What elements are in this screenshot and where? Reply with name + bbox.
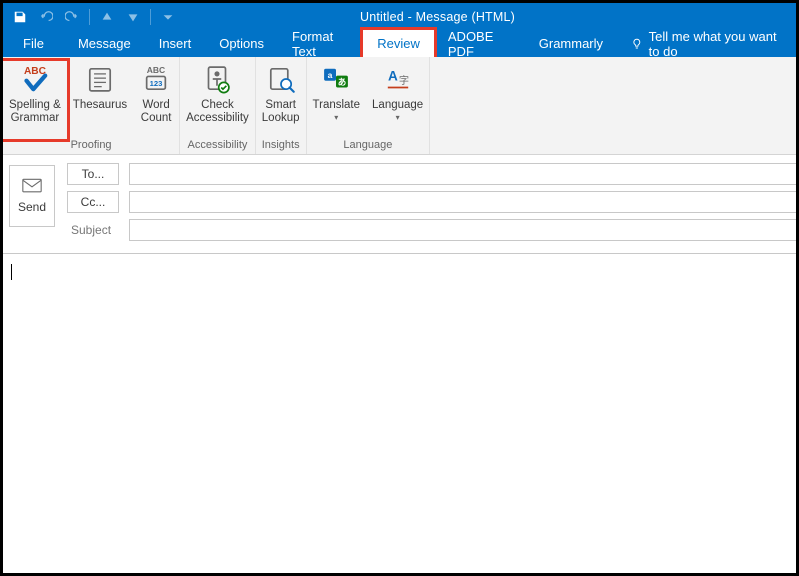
subject-label: Subject	[67, 223, 119, 237]
svg-text:ABC: ABC	[147, 65, 165, 75]
qat-separator	[89, 9, 90, 25]
ribbon-review: ABC Spelling & Grammar	[3, 57, 796, 155]
smart-lookup-button[interactable]: Smart Lookup	[256, 61, 306, 139]
lightbulb-icon	[631, 37, 643, 51]
tab-review[interactable]: Review	[363, 30, 434, 57]
next-item-icon[interactable]	[122, 6, 144, 28]
customize-qat-icon[interactable]	[157, 6, 179, 28]
check-accessibility-button[interactable]: Check Accessibility	[180, 61, 255, 139]
svg-text:123: 123	[150, 79, 163, 88]
compose-header: Send To... Cc... Subject	[3, 155, 796, 251]
save-icon[interactable]	[9, 6, 31, 28]
ribbon-group-insights: Smart Lookup Insights	[256, 57, 307, 154]
tell-me-label: Tell me what you want to do	[649, 29, 782, 59]
prev-item-icon[interactable]	[96, 6, 118, 28]
undo-icon[interactable]	[35, 6, 57, 28]
svg-text:あ: あ	[338, 77, 347, 87]
chevron-down-icon: ▾	[334, 114, 338, 123]
qat-separator	[150, 9, 151, 25]
group-label-proofing: Proofing	[71, 139, 112, 153]
window-title: Untitled - Message (HTML)	[179, 10, 696, 24]
tab-options[interactable]: Options	[205, 30, 278, 57]
subject-field[interactable]	[129, 219, 796, 241]
language-icon: A 字	[381, 61, 415, 97]
ribbon-tabs: File Message Insert Options Format Text …	[3, 30, 796, 57]
group-label-insights: Insights	[262, 139, 300, 153]
thesaurus-button[interactable]: Thesaurus	[67, 61, 133, 139]
message-body[interactable]	[3, 253, 796, 573]
language-button[interactable]: A 字 Language ▾	[366, 61, 429, 139]
accessibility-icon	[200, 61, 234, 97]
ribbon-group-accessibility: Check Accessibility Accessibility	[180, 57, 256, 154]
spelling-grammar-button[interactable]: ABC Spelling & Grammar	[3, 61, 67, 139]
tab-insert[interactable]: Insert	[145, 30, 206, 57]
svg-text:A: A	[388, 69, 398, 84]
cc-field[interactable]	[129, 191, 796, 213]
title-bar: Untitled - Message (HTML)	[3, 3, 796, 30]
tab-grammarly[interactable]: Grammarly	[525, 30, 617, 57]
redo-icon[interactable]	[61, 6, 83, 28]
send-mail-icon	[22, 178, 42, 194]
text-cursor	[11, 264, 12, 280]
svg-text:字: 字	[398, 74, 408, 87]
send-button[interactable]: Send	[9, 165, 55, 227]
svg-text:a: a	[328, 70, 333, 80]
outlook-message-window: Untitled - Message (HTML) File Message I…	[0, 0, 799, 576]
word-count-button[interactable]: ABC 123 Word Count	[133, 61, 179, 139]
cc-button[interactable]: Cc...	[67, 191, 119, 213]
ribbon-group-proofing: ABC Spelling & Grammar	[3, 57, 180, 154]
tab-format-text[interactable]: Format Text	[278, 30, 363, 57]
spelling-icon: ABC	[18, 61, 52, 97]
tab-file[interactable]: File	[3, 30, 64, 57]
group-label-accessibility: Accessibility	[188, 139, 248, 153]
thesaurus-icon	[83, 61, 117, 97]
tab-adobe-pdf[interactable]: ADOBE PDF	[434, 30, 525, 57]
to-button[interactable]: To...	[67, 163, 119, 185]
word-count-icon: ABC 123	[139, 61, 173, 97]
ribbon-group-language: a あ Translate ▾ A 字	[307, 57, 431, 154]
chevron-down-icon: ▾	[396, 114, 400, 123]
quick-access-toolbar	[3, 6, 179, 28]
translate-icon: a あ	[319, 61, 353, 97]
tab-message[interactable]: Message	[64, 30, 145, 57]
tell-me-search[interactable]: Tell me what you want to do	[617, 30, 796, 57]
translate-button[interactable]: a あ Translate ▾	[307, 61, 367, 139]
group-label-language: Language	[343, 139, 392, 153]
lookup-icon	[264, 61, 298, 97]
to-field[interactable]	[129, 163, 796, 185]
